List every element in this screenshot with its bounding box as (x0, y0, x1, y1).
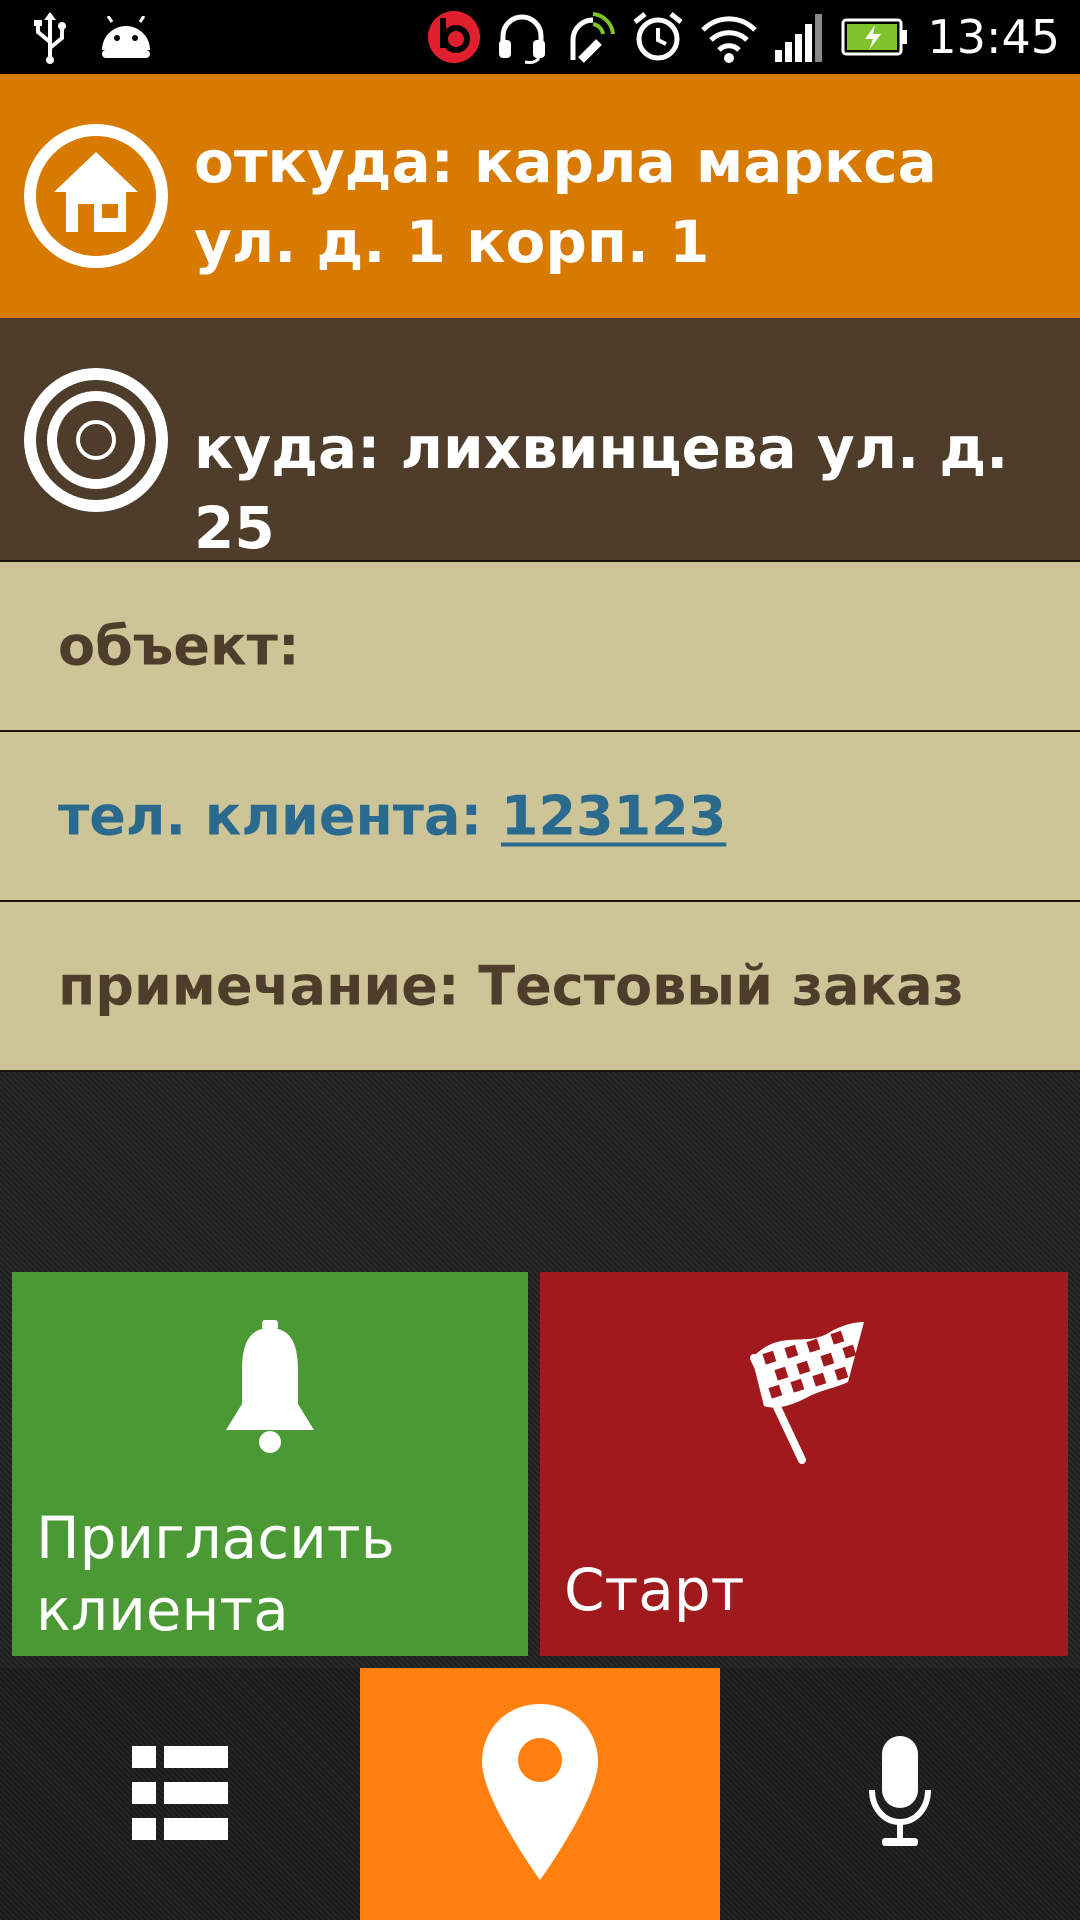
client-phone-row: тел. клиента: 123123 (0, 732, 1080, 902)
route-to-row[interactable]: куда: лихвинцева ул. д. 25 (0, 318, 1080, 562)
microphone-icon (868, 1734, 932, 1855)
sync-icon (563, 10, 617, 64)
start-button[interactable]: Старт (540, 1272, 1068, 1656)
headset-icon (495, 10, 549, 64)
usb-icon (30, 12, 70, 64)
status-time: 13:45 (927, 10, 1060, 64)
route-from-row[interactable]: откуда: карла маркса ул. д. 1 корп. 1 (0, 74, 1080, 318)
client-phone-label: тел. клиента: (58, 784, 501, 848)
bottom-navigation (0, 1668, 1080, 1920)
invite-client-label: Пригласить клиента (36, 1504, 395, 1644)
note-value: Тестовый заказ (478, 954, 965, 1018)
map-pin-icon (478, 1702, 602, 1887)
status-bar: 13:45 (0, 0, 1080, 74)
invite-client-button[interactable]: Пригласить клиента (12, 1272, 528, 1656)
note-text: примечание: Тестовый заказ (58, 955, 964, 1018)
target-icon (22, 366, 170, 514)
home-icon (22, 122, 170, 270)
checkered-flag-icon (740, 1318, 870, 1473)
note-row: примечание: Тестовый заказ (0, 902, 1080, 1072)
client-phone-link[interactable]: 123123 (501, 785, 726, 848)
route-from-text: откуда: карла маркса ул. д. 1 корп. 1 (194, 128, 937, 276)
route-to-text: куда: лихвинцева ул. д. 25 (194, 414, 1009, 562)
battery-charging-icon (841, 10, 909, 64)
nav-map[interactable] (360, 1668, 720, 1920)
list-icon (130, 1742, 230, 1847)
note-label: примечание: (58, 954, 479, 1018)
alarm-icon (631, 10, 685, 64)
nav-voice[interactable] (720, 1668, 1080, 1920)
bell-icon (220, 1318, 320, 1463)
nav-orders-list[interactable] (0, 1668, 360, 1920)
signal-icon (773, 10, 827, 64)
wifi-icon (699, 10, 759, 64)
android-icon (98, 16, 154, 60)
object-row: объект: (0, 562, 1080, 732)
beats-icon (427, 10, 481, 64)
client-phone-text: тел. клиента: 123123 (58, 785, 726, 848)
object-label: объект: (58, 614, 300, 678)
start-label: Старт (564, 1556, 745, 1624)
